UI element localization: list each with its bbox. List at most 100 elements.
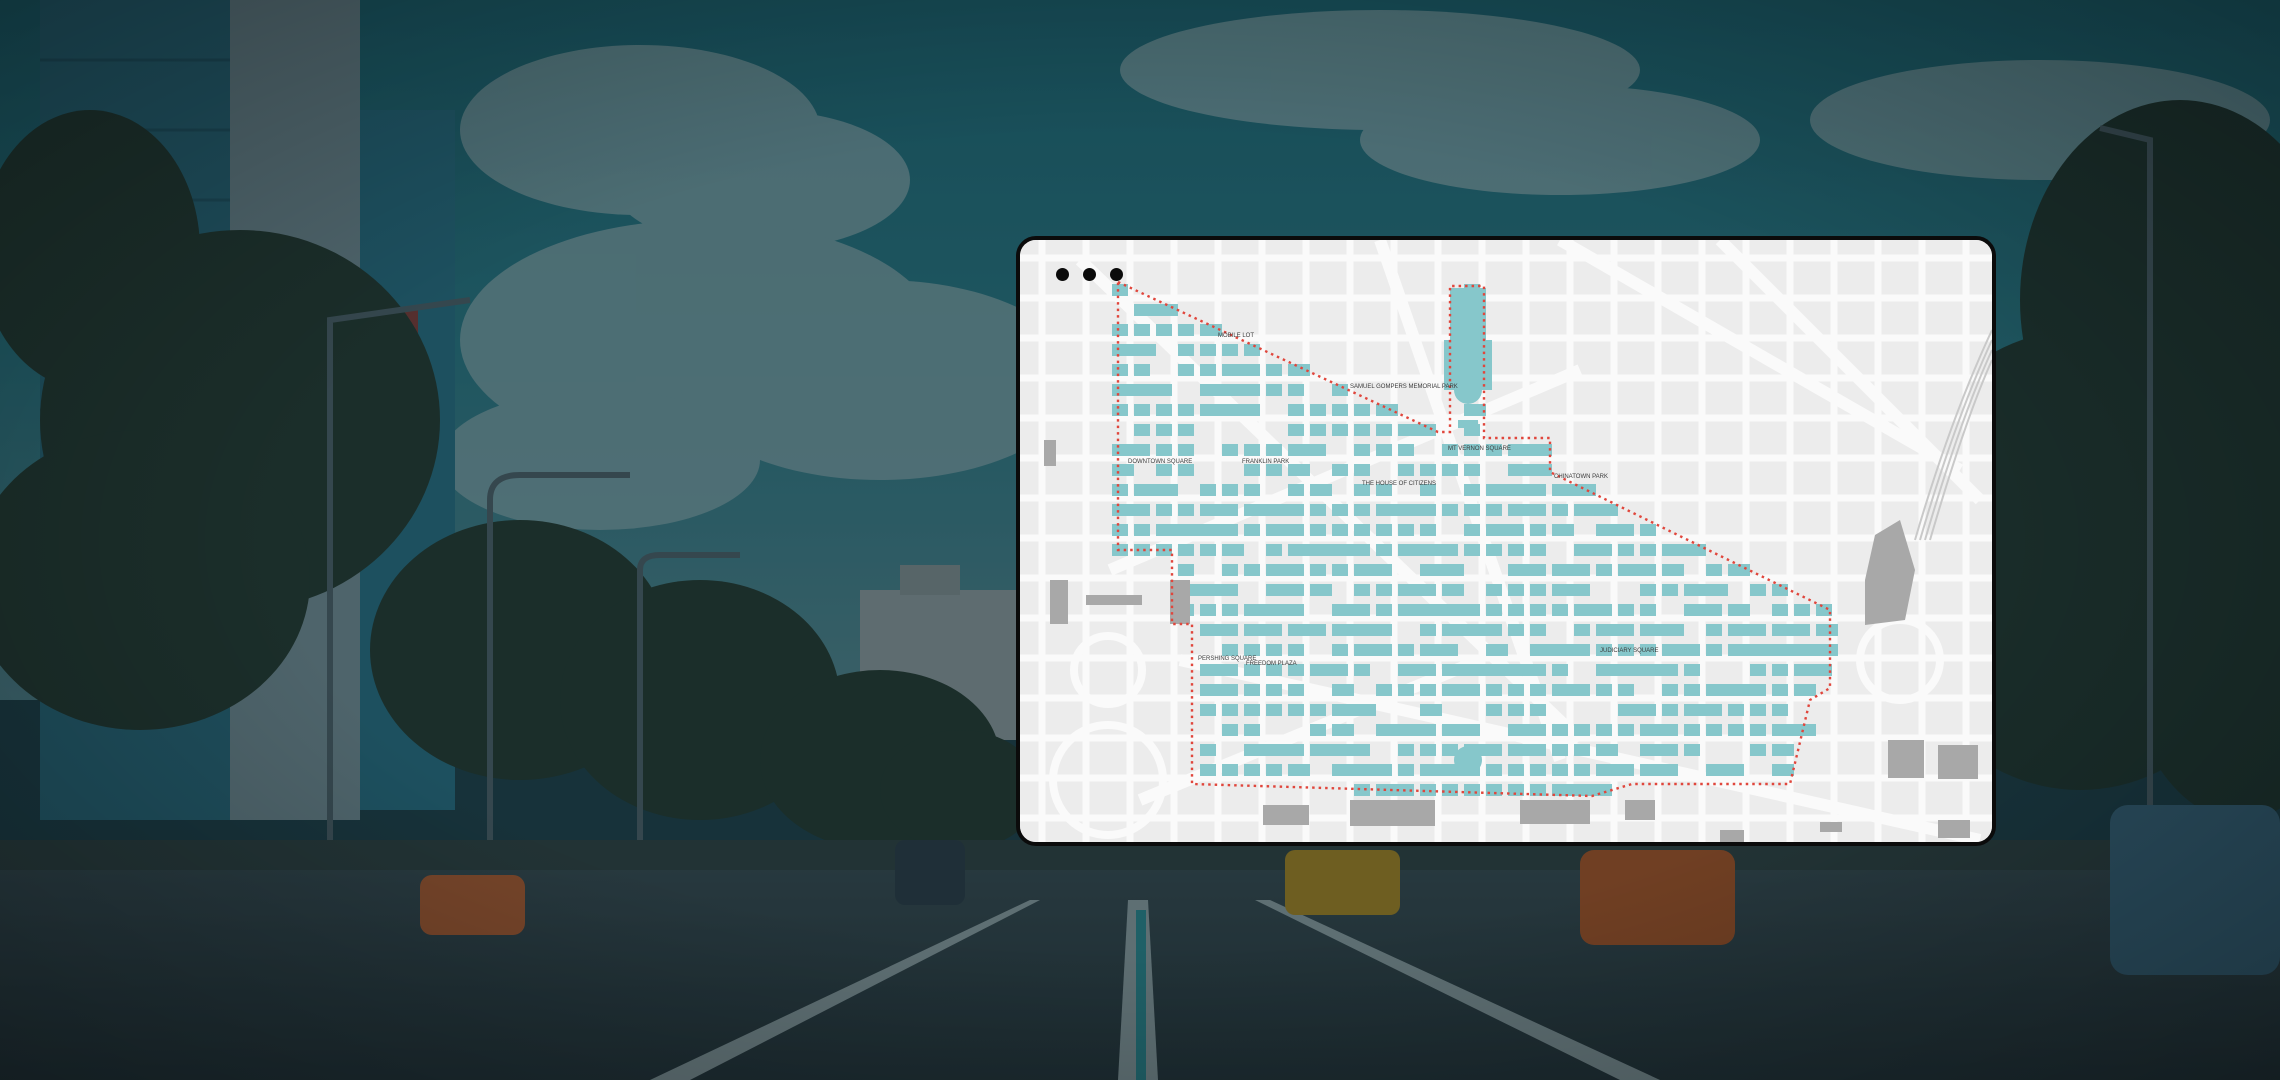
district-block: [1574, 744, 1590, 756]
district-block: [1640, 544, 1656, 556]
district-block: [1244, 404, 1260, 416]
district-block: [1178, 524, 1200, 536]
district-block: [1222, 644, 1238, 656]
district-block: [1112, 444, 1134, 456]
district-block: [1134, 384, 1156, 396]
district-block: [1662, 764, 1678, 776]
district-block: [1398, 544, 1420, 556]
district-block: [1288, 704, 1304, 716]
district-block: [1178, 324, 1194, 336]
district-block: [1222, 444, 1238, 456]
district-block: [1244, 364, 1260, 376]
district-block: [1442, 604, 1464, 616]
district-block: [1662, 644, 1684, 656]
district-block: [1310, 404, 1326, 416]
district-block: [1288, 684, 1304, 696]
district-block: [1332, 724, 1354, 736]
district-block: [1222, 404, 1244, 416]
district-block: [1376, 724, 1398, 736]
district-block: [1244, 464, 1260, 476]
district-block: [1640, 724, 1662, 736]
district-block: [1728, 704, 1744, 716]
district-block: [1420, 684, 1436, 696]
district-block: [1266, 364, 1282, 376]
district-block: [1398, 464, 1414, 476]
district-block: [1508, 724, 1530, 736]
district-block: [1552, 644, 1574, 656]
district-block: [1156, 444, 1172, 456]
district-block: [1684, 544, 1706, 556]
district-block: [1508, 604, 1524, 616]
district-block: [1398, 684, 1414, 696]
district-block: [1684, 604, 1706, 616]
district-block: [1376, 644, 1392, 656]
district-block: [1134, 444, 1150, 456]
map-label-judiciary: JUDICIARY SQUARE: [1600, 648, 1658, 654]
district-block: [1332, 764, 1354, 776]
district-block: [1398, 584, 1420, 596]
district-block: [1178, 504, 1194, 516]
district-block: [1134, 424, 1150, 436]
district-block: [1134, 324, 1150, 336]
district-block: [1442, 724, 1464, 736]
district-block: [1464, 684, 1480, 696]
district-block: [1376, 604, 1392, 616]
district-block: [1266, 564, 1288, 576]
district-block: [1596, 604, 1612, 616]
district-block: [1178, 364, 1194, 376]
district-block: [1200, 764, 1216, 776]
district-block: [1816, 644, 1838, 656]
district-block: [1794, 604, 1810, 616]
district-block: [1530, 744, 1546, 756]
district-block: [1574, 564, 1590, 576]
district-block: [1134, 524, 1150, 536]
district-block: [1354, 504, 1370, 516]
district-block: [1574, 504, 1596, 516]
district-block: [1574, 544, 1596, 556]
district-block: [1200, 484, 1216, 496]
district-block: [1574, 684, 1590, 696]
district-block: [1574, 604, 1596, 616]
district-block: [1464, 664, 1486, 676]
district-block: [1596, 524, 1618, 536]
district-block: [1288, 624, 1310, 636]
district-block: [1200, 404, 1222, 416]
district-block: [1156, 324, 1172, 336]
district-block: [1552, 504, 1568, 516]
district-block: [1486, 684, 1502, 696]
district-block: [1750, 684, 1766, 696]
district-block: [1266, 704, 1282, 716]
district-block: [1552, 664, 1568, 676]
district-block: [1354, 464, 1370, 476]
district-block: [1574, 584, 1590, 596]
district-block: [1200, 664, 1222, 676]
district-block: [1200, 504, 1222, 516]
district-block: [1728, 604, 1750, 616]
district-block: [1420, 784, 1436, 796]
district-block: [1112, 404, 1128, 416]
district-block: [1508, 564, 1530, 576]
district-block: [1244, 684, 1260, 696]
district-block: [1530, 784, 1546, 796]
district-block: [1420, 464, 1436, 476]
district-block: [1640, 524, 1656, 536]
district-block: [1200, 364, 1216, 376]
district-block: [1794, 684, 1816, 696]
district-block: [1244, 344, 1260, 356]
district-block: [1332, 464, 1348, 476]
district-block: [1288, 504, 1304, 516]
district-block: [1486, 664, 1508, 676]
map-label-franklin-park: FRANKLIN PARK: [1242, 459, 1289, 465]
district-block: [1662, 624, 1684, 636]
district-block: [1310, 564, 1326, 576]
district-map[interactable]: MOBILE LOT SAMUEL GOMPERS MEMORIAL PARK …: [1020, 240, 1992, 842]
district-block: [1552, 524, 1574, 536]
district-block: [1530, 544, 1546, 556]
district-block: [1618, 724, 1634, 736]
district-block: [1222, 384, 1244, 396]
district-block: [1442, 784, 1458, 796]
district-block: [1398, 664, 1420, 676]
district-block: [1772, 644, 1794, 656]
district-block: [1178, 404, 1194, 416]
district-block: [1420, 724, 1436, 736]
